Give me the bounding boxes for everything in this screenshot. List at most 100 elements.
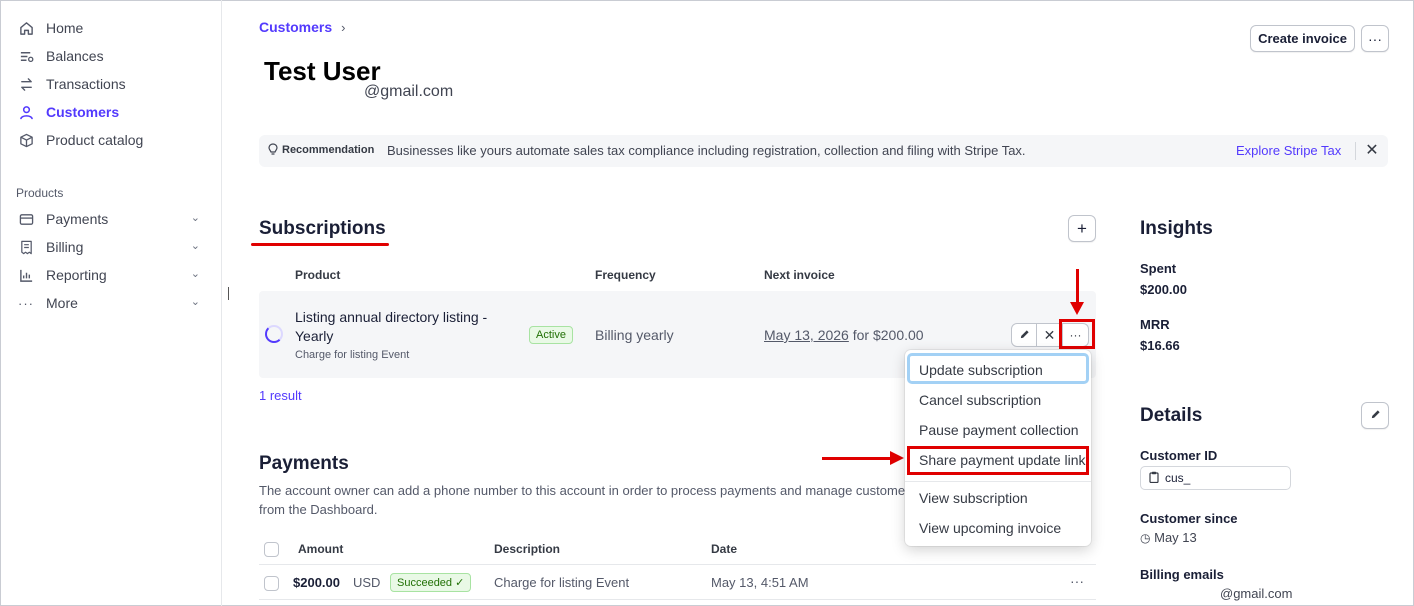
payment-date: May 13, 4:51 AM [711, 575, 809, 590]
chevron-right-icon: › [341, 19, 346, 35]
chevron-down-icon: ⌄ [190, 268, 200, 280]
payment-currency: USD [353, 575, 381, 590]
edit-details-button[interactable] [1361, 402, 1389, 429]
sidebar-item-payments[interactable]: Payments ⌄ [18, 207, 204, 231]
more-actions-button[interactable]: ··· [1361, 25, 1389, 52]
annotation-arrow-down [1076, 269, 1079, 305]
edit-subscription-button[interactable] [1011, 323, 1037, 347]
sidebar-item-transactions[interactable]: Transactions [18, 72, 204, 96]
sidebar-item-balances[interactable]: Balances [18, 44, 204, 68]
sidebar-item-label: Transactions [46, 76, 126, 92]
table-divider [259, 599, 1096, 600]
customer-id-value: cus_ [1165, 471, 1191, 485]
annotation-arrow-down-head [1070, 302, 1084, 315]
spent-value: $200.00 [1140, 282, 1187, 297]
annotation-arrow-right-head [890, 451, 904, 465]
row-checkbox[interactable] [264, 576, 279, 591]
payment-description[interactable]: Charge for listing Event [494, 575, 629, 590]
column-header-frequency: Frequency [595, 268, 656, 282]
column-header-date: Date [711, 542, 738, 556]
mrr-label: MRR [1140, 317, 1170, 332]
customer-since-label: Customer since [1140, 511, 1238, 526]
pencil-icon [1019, 328, 1030, 343]
reporting-icon [18, 267, 34, 283]
payments-description: The account owner can add a phone number… [259, 483, 916, 517]
menu-item-cancel-subscription[interactable]: Cancel subscription [919, 392, 1041, 408]
recommendation-label: Recommendation [282, 144, 375, 156]
create-invoice-button[interactable]: Create invoice [1250, 25, 1355, 52]
breadcrumb-customers-link[interactable]: Customers [259, 19, 332, 35]
customer-id-field[interactable]: cus_ [1140, 466, 1291, 490]
sidebar-item-label: Payments [46, 211, 109, 227]
close-icon: ✕ [1043, 326, 1056, 343]
more-dots-icon: ··· [1070, 573, 1084, 589]
details-title: Details [1140, 405, 1203, 426]
divider [1355, 142, 1356, 160]
sidebar-item-reporting[interactable]: Reporting ⌄ [18, 263, 204, 287]
billing-email-value: @gmail.com [1220, 586, 1293, 601]
result-count: 1 result [259, 388, 302, 403]
next-invoice-amount: for $200.00 [848, 327, 924, 343]
spent-label: Spent [1140, 261, 1177, 276]
menu-item-pause-payment-collection[interactable]: Pause payment collection [919, 422, 1079, 438]
subscription-product-description: Charge for listing Event [295, 349, 410, 361]
sidebar-item-customers[interactable]: Customers [18, 100, 204, 124]
box-icon [18, 132, 34, 148]
sidebar: Home Balances Transactions Customers Pro… [0, 0, 222, 606]
column-header-description: Description [494, 542, 561, 556]
sidebar-item-label: Balances [46, 48, 104, 64]
clock-icon: ◷ [1140, 531, 1151, 545]
pencil-icon [1370, 408, 1381, 423]
close-icon[interactable]: ✕ [1362, 140, 1382, 160]
recommendation-banner: Recommendation Businesses like yours aut… [259, 135, 1388, 167]
subscription-actions-menu: Update subscription Cancel subscription … [905, 350, 1091, 546]
sidebar-item-home[interactable]: Home [18, 16, 204, 40]
more-dots-icon: ··· [18, 295, 34, 311]
payments-icon [18, 211, 34, 227]
breadcrumb[interactable]: Customers › [259, 19, 345, 35]
subscription-product-name[interactable]: Listing annual directory listing - Yearl… [295, 308, 505, 346]
user-icon [18, 104, 34, 120]
sidebar-item-product-catalog[interactable]: Product catalog [18, 128, 204, 152]
balances-icon [18, 48, 34, 64]
annotation-underline [251, 243, 389, 246]
chevron-down-icon: ⌄ [190, 296, 200, 308]
transactions-icon [18, 76, 34, 92]
customer-since: ◷ May 13 [1140, 530, 1197, 545]
menu-item-view-upcoming-invoice[interactable]: View upcoming invoice [919, 520, 1061, 536]
payments-title: Payments [259, 453, 349, 474]
sidebar-item-label: Reporting [46, 267, 107, 283]
mrr-value: $16.66 [1140, 338, 1180, 353]
text-cursor [228, 287, 229, 300]
next-invoice-date[interactable]: May 13, 2026 [764, 327, 849, 343]
sidebar-item-label: More [46, 295, 78, 311]
select-all-checkbox[interactable] [264, 542, 279, 557]
home-icon [18, 20, 34, 36]
sidebar-section-label: Products [16, 186, 64, 200]
sidebar-item-billing[interactable]: Billing ⌄ [18, 235, 204, 259]
table-divider [259, 564, 1096, 565]
sidebar-item-label: Product catalog [46, 132, 144, 148]
payment-more-button[interactable]: ··· [1070, 573, 1084, 589]
billing-emails-label: Billing emails [1140, 567, 1224, 582]
explore-stripe-tax-link[interactable]: Explore Stripe Tax [1236, 143, 1341, 158]
menu-item-update-subscription[interactable]: Update subscription [919, 362, 1043, 378]
chevron-down-icon: ⌄ [190, 212, 200, 224]
billing-icon [18, 239, 34, 255]
status-badge: Active [529, 326, 573, 344]
customer-email: @gmail.com [364, 83, 454, 100]
menu-item-view-subscription[interactable]: View subscription [919, 490, 1028, 506]
subscriptions-title: Subscriptions [259, 218, 386, 239]
add-subscription-button[interactable]: + [1068, 215, 1096, 242]
customer-since-value: May 13 [1154, 530, 1197, 545]
menu-item-share-payment-update-link[interactable]: Share payment update link [919, 452, 1086, 468]
status-badge: Succeeded ✓ [390, 573, 472, 592]
subscription-next-invoice: May 13, 2026 for $200.00 [764, 327, 924, 343]
sidebar-item-label: Home [46, 20, 84, 36]
insights-title: Insights [1140, 218, 1213, 239]
sidebar-item-more[interactable]: ··· More ⌄ [18, 291, 204, 315]
annotation-highlight-box [1059, 319, 1095, 349]
chevron-down-icon: ⌄ [190, 240, 200, 252]
annotation-arrow-right [822, 457, 894, 460]
recommendation-message: Businesses like yours automate sales tax… [387, 143, 1026, 158]
